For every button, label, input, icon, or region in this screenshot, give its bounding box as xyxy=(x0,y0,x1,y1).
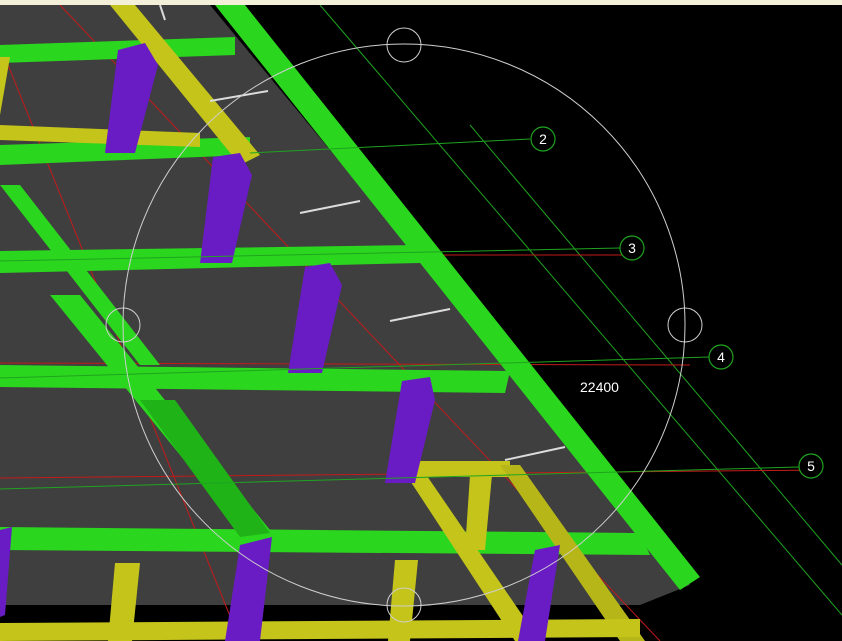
grid-bubble-3[interactable]: 3 xyxy=(619,235,645,261)
grid-bubble-label: 3 xyxy=(628,240,636,256)
grid-bubble-label: 5 xyxy=(807,458,815,474)
model-viewport[interactable]: 2 3 4 5 22400 xyxy=(0,5,842,641)
grid-bubble-label: 2 xyxy=(539,131,547,147)
grid-bubble-5[interactable]: 5 xyxy=(798,453,824,479)
grid-bubble-2[interactable]: 2 xyxy=(530,126,556,152)
3d-model-view[interactable]: 2 3 4 5 22400 xyxy=(0,5,842,641)
grid-bubble-4[interactable]: 4 xyxy=(708,344,734,370)
dimension-text[interactable]: 22400 xyxy=(580,379,619,395)
grid-bubble-label: 4 xyxy=(717,349,725,365)
